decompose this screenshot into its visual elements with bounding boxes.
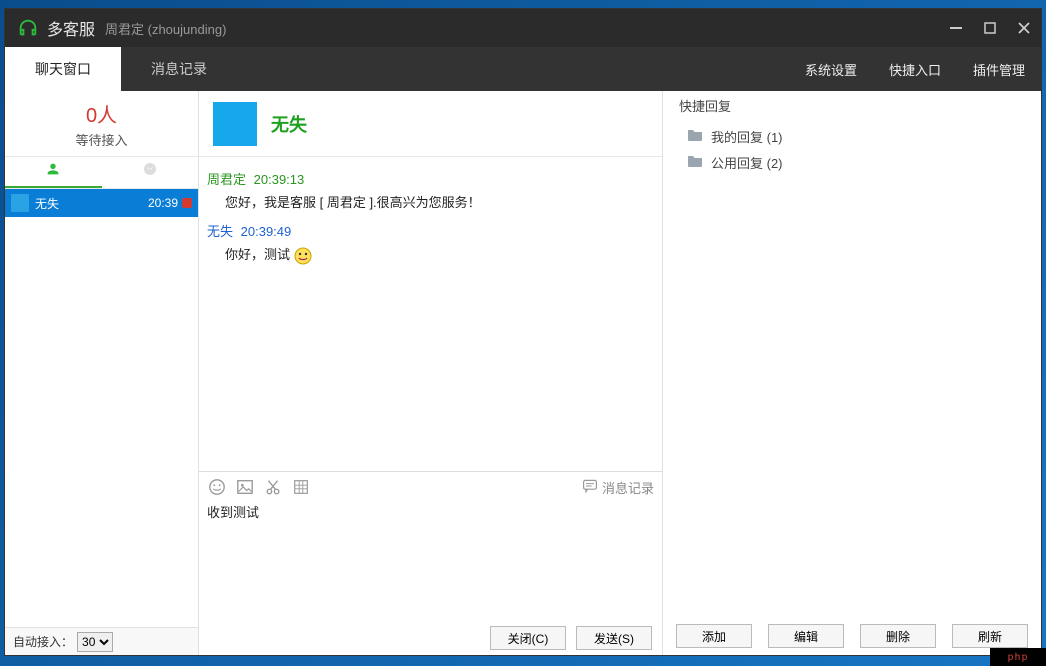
message-time: 20:39:49	[241, 224, 292, 239]
folder-icon	[687, 154, 703, 171]
messenger-icon	[142, 161, 158, 182]
chat-panel: 无失 周君定 20:39:13 您好，我是客服 [ 周君定 ].很高兴为您服务！…	[199, 91, 663, 655]
close-button[interactable]	[1007, 9, 1041, 47]
cut-button[interactable]	[263, 477, 283, 497]
auto-accept-select[interactable]: 30	[77, 632, 113, 652]
sidebar-tabs	[5, 157, 198, 189]
auto-accept-label: 自动接入：	[13, 633, 73, 650]
message: 无失 20:39:49 你好，测试	[207, 221, 654, 265]
waiting-label: 等待接入	[75, 130, 127, 149]
menu-plugin-management[interactable]: 插件管理	[957, 47, 1041, 91]
tab-message-history[interactable]: 消息记录	[121, 47, 237, 91]
headset-icon	[17, 17, 39, 39]
message: 周君定 20:39:13 您好，我是客服 [ 周君定 ].很高兴为您服务！	[207, 169, 654, 211]
image-button[interactable]	[235, 477, 255, 497]
conversation-name: 无失	[35, 195, 148, 212]
message-text: 你好，测试	[225, 244, 654, 265]
titlebar: 多客服 周君定 (zhoujunding)	[5, 9, 1041, 47]
grid-button[interactable]	[291, 477, 311, 497]
app-window: 多客服 周君定 (zhoujunding) 聊天窗口 消息记录 系统设置 快捷入…	[4, 8, 1042, 656]
folder-label: 我的回复 (1)	[711, 127, 783, 146]
minimize-button[interactable]	[939, 9, 973, 47]
edit-button[interactable]: 编辑	[768, 624, 844, 648]
message-time: 20:39:13	[254, 172, 305, 187]
message-history-button[interactable]: 消息记录	[582, 478, 654, 497]
quick-reply-list: 我的回复 (1) 公用回复 (2)	[663, 119, 1041, 617]
auto-accept-bar: 自动接入： 30	[5, 627, 198, 655]
sidebar-tab-contacts[interactable]	[5, 157, 102, 188]
maximize-button[interactable]	[973, 9, 1007, 47]
tab-chat-window[interactable]: 聊天窗口	[5, 47, 121, 91]
quick-reply-folder[interactable]: 我的回复 (1)	[687, 123, 1017, 149]
message-text: 您好，我是客服 [ 周君定 ].很高兴为您服务！	[225, 192, 654, 211]
composer-buttons: 关闭(C) 发送(S)	[199, 621, 662, 655]
message-sender: 周君定	[207, 172, 246, 187]
delete-button[interactable]: 删除	[860, 624, 936, 648]
waiting-block[interactable]: 0人 等待接入	[5, 91, 198, 157]
sidebar-tab-messenger[interactable]	[102, 157, 199, 188]
conversation-item[interactable]: 无失 20:39	[5, 189, 198, 217]
chat-avatar	[213, 102, 257, 146]
avatar	[11, 194, 29, 212]
message-input[interactable]: 收到测试	[199, 502, 662, 621]
chat-title: 无失	[271, 111, 307, 137]
user-display: 周君定 (zhoujunding)	[105, 19, 226, 38]
message-sender: 无失	[207, 224, 233, 239]
send-button[interactable]: 发送(S)	[576, 626, 652, 650]
chat-header: 无失	[199, 91, 662, 157]
person-icon	[45, 161, 61, 182]
chat-log: 周君定 20:39:13 您好，我是客服 [ 周君定 ].很高兴为您服务！ 无失…	[199, 157, 662, 471]
menu-quick-entry[interactable]: 快捷入口	[873, 47, 957, 91]
refresh-button[interactable]: 刷新	[952, 624, 1028, 648]
chat-bubble-icon	[582, 478, 598, 497]
unread-indicator-icon	[182, 198, 192, 208]
quick-reply-panel: 快捷回复 我的回复 (1) 公用回复 (2) 添加 编辑 删除 刷新	[663, 91, 1041, 655]
smile-emoji-icon	[294, 247, 312, 265]
folder-label: 公用回复 (2)	[711, 153, 783, 172]
close-chat-button[interactable]: 关闭(C)	[490, 626, 566, 650]
folder-icon	[687, 128, 703, 145]
quick-reply-buttons: 添加 编辑 删除 刷新	[663, 617, 1041, 655]
quick-reply-folder[interactable]: 公用回复 (2)	[687, 149, 1017, 175]
watermark: php	[990, 648, 1046, 666]
sidebar: 0人 等待接入 无失 20:39 自动接入：	[5, 91, 199, 655]
menubar: 聊天窗口 消息记录 系统设置 快捷入口 插件管理	[5, 47, 1041, 91]
composer: 消息记录 收到测试 关闭(C) 发送(S)	[199, 471, 662, 655]
conversation-list: 无失 20:39	[5, 189, 198, 627]
emoji-button[interactable]	[207, 477, 227, 497]
conversation-time: 20:39	[148, 196, 178, 210]
composer-toolbar: 消息记录	[199, 472, 662, 502]
app-title: 多客服	[47, 16, 95, 40]
waiting-count: 0人	[86, 99, 117, 128]
menu-system-settings[interactable]: 系统设置	[789, 47, 873, 91]
add-button[interactable]: 添加	[676, 624, 752, 648]
quick-reply-title: 快捷回复	[663, 91, 1041, 119]
body: 0人 等待接入 无失 20:39 自动接入：	[5, 91, 1041, 655]
